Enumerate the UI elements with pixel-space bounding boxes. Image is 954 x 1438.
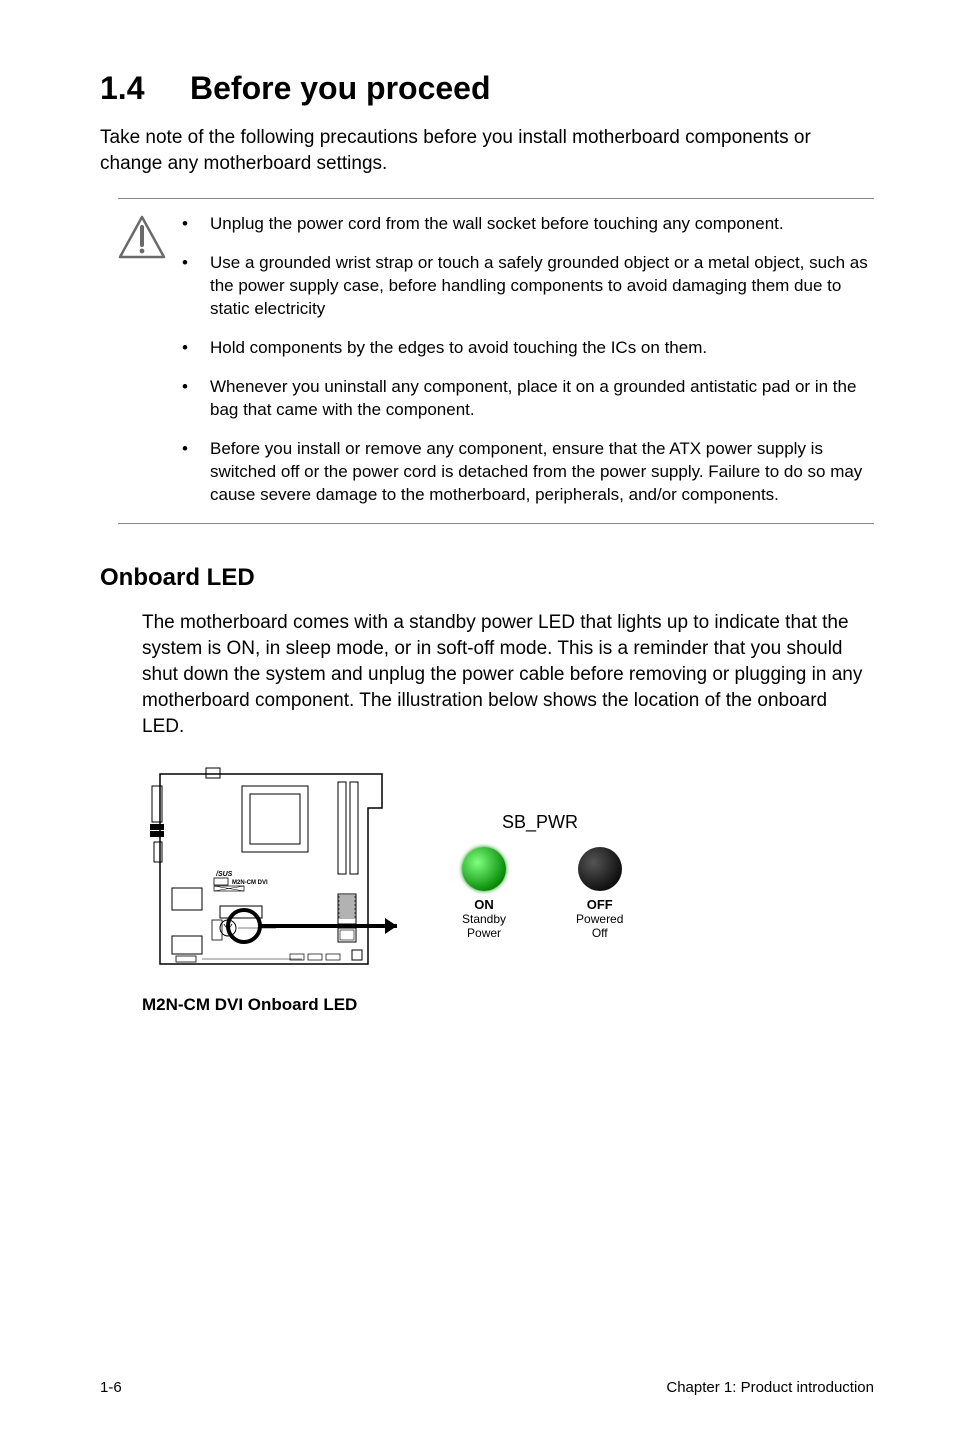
section-number: 1.4 [100,70,190,107]
diagram-caption: M2N-CM DVI Onboard LED [142,995,874,1015]
precaution-item: • Hold components by the edges to avoid … [182,337,874,360]
led-state-label: OFF [576,897,623,912]
led-on-icon [462,847,506,891]
caution-icon [118,213,178,506]
led-state-sub: Powered [576,912,623,926]
led-off-icon [578,847,622,891]
onboard-led-description: The motherboard comes with a standby pow… [142,610,874,740]
led-state-sub: Standby [462,912,506,926]
led-state-labels: SB_PWR ON Standby Power OFF Powered Off [462,812,623,941]
bullet-icon: • [182,376,210,422]
precaution-text: Unplug the power cord from the wall sock… [210,213,874,236]
led-state-sub: Power [462,926,506,940]
chapter-label: Chapter 1: Product introduction [666,1379,874,1396]
bullet-icon: • [182,337,210,360]
precaution-item: • Unplug the power cord from the wall so… [182,213,874,236]
precaution-list: • Unplug the power cord from the wall so… [178,213,874,506]
bullet-icon: • [182,213,210,236]
bullet-icon: • [182,252,210,321]
precaution-item: • Whenever you uninstall any component, … [182,376,874,422]
signal-label: SB_PWR [462,812,623,833]
precaution-text: Use a grounded wrist strap or touch a sa… [210,252,874,321]
led-state-sub: Off [576,926,623,940]
page-footer: 1-6 Chapter 1: Product introduction [100,1379,874,1396]
intro-paragraph: Take note of the following precautions b… [100,125,874,176]
onboard-led-diagram: /SUS M2N-CM DVI [142,764,874,989]
onboard-led-heading: Onboard LED [100,564,874,592]
bullet-icon: • [182,438,210,507]
precaution-item: • Use a grounded wrist strap or touch a … [182,252,874,321]
section-heading: 1.4Before you proceed [100,70,874,107]
led-state-on: ON Standby Power [462,847,506,941]
section-title-text: Before you proceed [190,70,491,106]
board-label-text: M2N-CM DVI [232,880,268,886]
precaution-text: Hold components by the edges to avoid to… [210,337,874,360]
led-state-label: ON [462,897,506,912]
caution-block: • Unplug the power cord from the wall so… [118,198,874,523]
page-number: 1-6 [100,1379,122,1396]
svg-text:/SUS: /SUS [215,871,233,878]
motherboard-illustration: /SUS M2N-CM DVI [142,764,402,989]
precaution-text: Whenever you uninstall any component, pl… [210,376,874,422]
led-state-off: OFF Powered Off [576,847,623,941]
precaution-item: • Before you install or remove any compo… [182,438,874,507]
precaution-text: Before you install or remove any compone… [210,438,874,507]
